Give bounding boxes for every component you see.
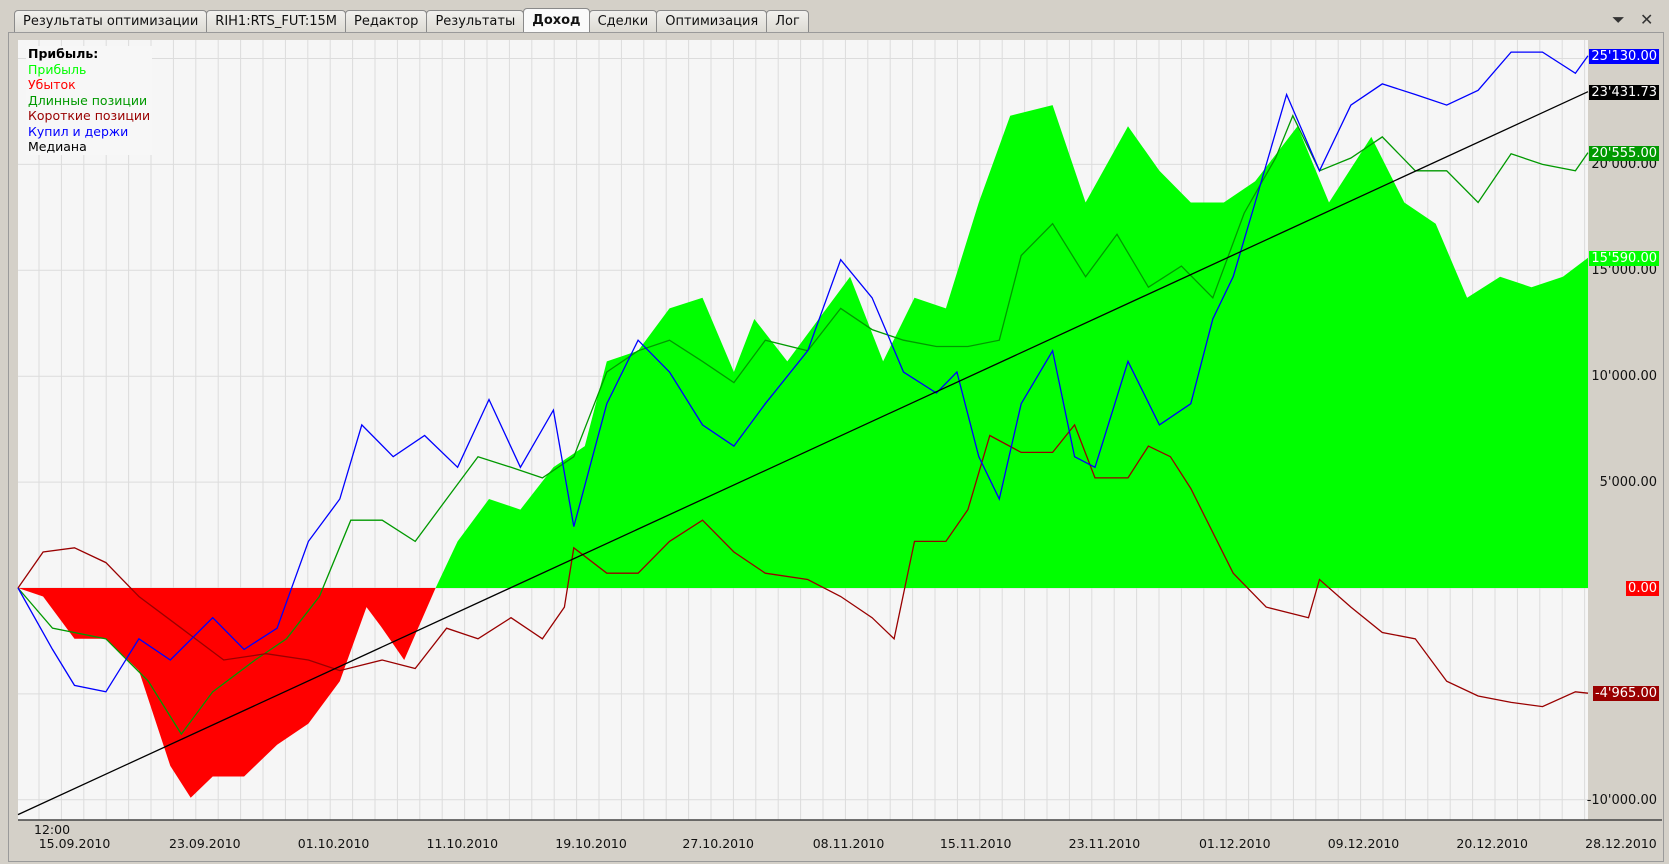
value-label: 15'590.00 bbox=[1589, 250, 1659, 266]
legend-title: Прибыль: bbox=[28, 46, 99, 61]
x-tick-label: 19.10.2010 bbox=[555, 836, 627, 851]
x-tick-label: 09.12.2010 bbox=[1327, 836, 1400, 851]
x-tick-label: 01.10.2010 bbox=[297, 836, 370, 851]
x-tick-label: 15.11.2010 bbox=[939, 836, 1012, 851]
legend-item: Длинные позиции bbox=[28, 92, 148, 108]
value-label: -4'965.00 bbox=[1592, 686, 1659, 702]
y-tick-label: 5'000.00 bbox=[1599, 475, 1657, 491]
x-tick-label: 28.12.2010 bbox=[1585, 836, 1657, 851]
x-tick-label: 08.11.2010 bbox=[812, 836, 885, 851]
income-chart bbox=[17, 40, 1662, 821]
legend: Прибыль: Прибыль Убыток Длинные позиции Кор… bbox=[26, 46, 153, 155]
x-tick-label: 27.10.2010 bbox=[682, 836, 755, 851]
x-tick-label: 23.09.2010 bbox=[169, 836, 241, 851]
value-label: 0.00 bbox=[1626, 581, 1659, 596]
legend-item: Убыток bbox=[28, 77, 76, 92]
value-label: 25'130.00 bbox=[1589, 48, 1659, 64]
legend-item: Медиана bbox=[28, 139, 87, 154]
x-tick-label: 01.12.2010 bbox=[1198, 836, 1271, 851]
x-tick-label: 11.10.2010 bbox=[426, 836, 499, 851]
x-time-label: 12:00 bbox=[34, 822, 71, 837]
x-tick-label: 15.09.2010 bbox=[38, 836, 111, 851]
y-tick-label: -10'000.00 bbox=[1586, 792, 1657, 808]
legend-item: Купил и держи bbox=[28, 123, 129, 139]
x-tick-label: 23.11.2010 bbox=[1068, 836, 1141, 851]
value-label: 20'555.00 bbox=[1589, 145, 1659, 161]
x-tick-label: 20.12.2010 bbox=[1456, 836, 1529, 851]
legend-item: Короткие позиции bbox=[28, 108, 151, 123]
y-tick-label: 10'000.00 bbox=[1591, 369, 1657, 385]
value-label: 23'431.73 bbox=[1589, 84, 1659, 100]
legend-item: Прибыль bbox=[28, 61, 87, 77]
